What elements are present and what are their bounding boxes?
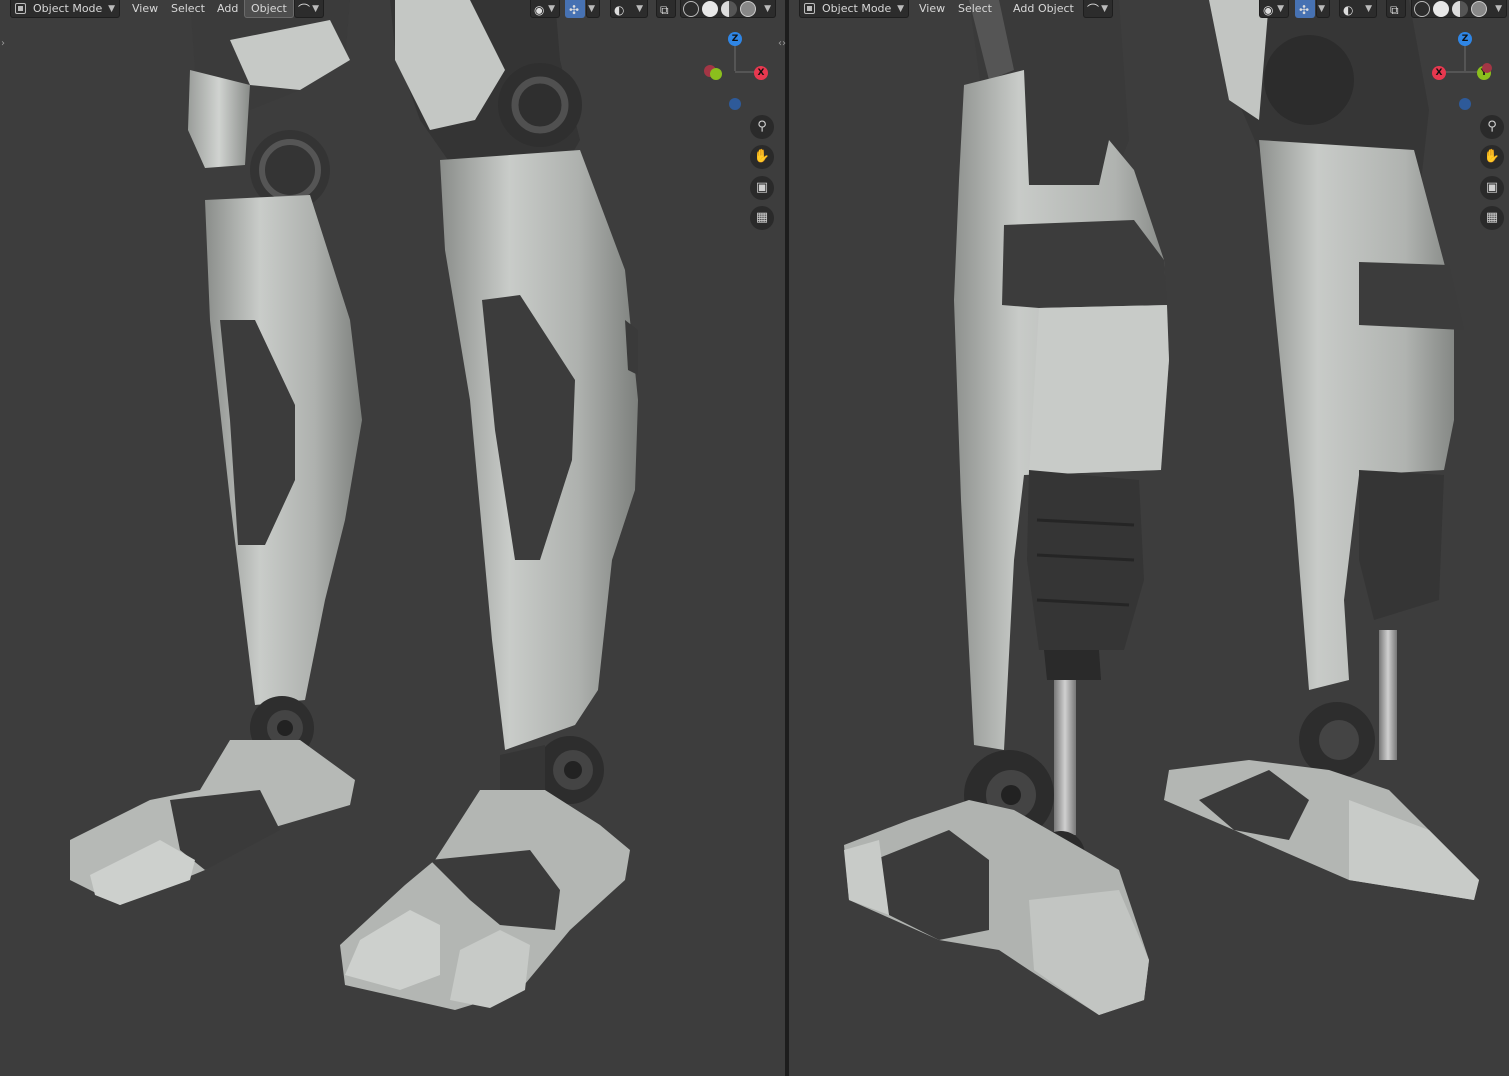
viewport-right[interactable]: Object Mode ▼ View Select Add Object ⌒ ▼ …	[789, 0, 1509, 1076]
chevron-down-icon: ▼	[1101, 4, 1108, 14]
gizmo-dropdown[interactable]: ▼	[1316, 0, 1330, 18]
z-axis-line	[1464, 45, 1466, 71]
menu-add[interactable]: Add	[211, 0, 244, 18]
menu-view[interactable]: View	[126, 0, 164, 18]
wireframe-shading-icon[interactable]	[1414, 1, 1430, 17]
object-mode-dropdown[interactable]: Object Mode ▼	[10, 0, 120, 18]
gizmo-toggle[interactable]: ✣	[1295, 0, 1315, 18]
shading-group: ▼	[1411, 0, 1507, 18]
menu-object[interactable]: Object	[244, 0, 294, 18]
robot-legs-side-view	[844, 0, 1479, 1015]
xray-toggle[interactable]: ⧉	[1386, 0, 1406, 18]
area-split-icon[interactable]: ‹›	[778, 38, 786, 49]
overlay-icon: ◐	[614, 3, 625, 17]
neg-z-axis-icon[interactable]	[1459, 98, 1471, 110]
object-mode-icon	[15, 3, 26, 14]
overlay-dropdown[interactable]: ◐ ▼	[610, 0, 648, 18]
eye-icon: ◉	[534, 3, 545, 17]
pan-hand-icon[interactable]: ✋	[750, 145, 774, 169]
object-mode-label: Object Mode	[822, 2, 892, 15]
x-axis-icon[interactable]: X	[1432, 66, 1446, 80]
xray-icon: ⧉	[660, 3, 669, 17]
zoom-icon[interactable]: ⚲	[1480, 115, 1504, 139]
zoom-icon[interactable]: ⚲	[750, 115, 774, 139]
chevron-down-icon: ▼	[636, 4, 643, 14]
chevron-down-icon: ▼	[1277, 4, 1284, 14]
viewport-left[interactable]: Object Mode ▼ View Select Add Object ⌒ ▼ …	[0, 0, 785, 1076]
object-mode-label: Object Mode	[33, 2, 103, 15]
object-mode-icon	[804, 3, 815, 14]
z-axis-line	[734, 45, 736, 71]
toolbar-expand-icon[interactable]: ›	[1, 38, 5, 49]
camera-icon[interactable]: ▣	[750, 176, 774, 200]
gizmo-dropdown[interactable]: ▼	[586, 0, 600, 18]
xray-toggle[interactable]: ⧉	[656, 0, 676, 18]
overlay-dropdown[interactable]: ◐ ▼	[1339, 0, 1377, 18]
material-shading-icon[interactable]	[721, 1, 737, 17]
menu-select[interactable]: Select	[952, 0, 998, 18]
camera-icon[interactable]: ▣	[1480, 176, 1504, 200]
menu-select[interactable]: Select	[165, 0, 211, 18]
visibility-dropdown[interactable]: ◉ ▼	[1259, 0, 1289, 18]
shading-group: ▼	[680, 0, 776, 18]
grid-perspective-icon[interactable]: ▦	[750, 206, 774, 230]
pan-hand-icon[interactable]: ✋	[1480, 145, 1504, 169]
eye-icon: ◉	[1263, 3, 1274, 17]
neg-x-axis-icon[interactable]	[1482, 63, 1492, 73]
gizmo-toggle[interactable]: ✣	[565, 0, 585, 18]
visibility-dropdown[interactable]: ◉ ▼	[530, 0, 560, 18]
neg-z-axis-icon[interactable]	[729, 98, 741, 110]
snap-dropdown[interactable]: ⌒ ▼	[1083, 0, 1113, 18]
chevron-down-icon: ▼	[548, 4, 555, 14]
curve-icon: ⌒	[1087, 3, 1100, 17]
robot-legs-front-view	[70, 0, 638, 1010]
overlay-icon: ◐	[1343, 3, 1354, 17]
y-axis-icon[interactable]	[710, 68, 722, 80]
gizmo-icon: ✣	[569, 3, 580, 17]
chevron-down-icon[interactable]: ▼	[764, 0, 771, 18]
chevron-down-icon: ▼	[1365, 4, 1372, 14]
grid-perspective-icon[interactable]: ▦	[1480, 206, 1504, 230]
x-axis-icon[interactable]: X	[754, 66, 768, 80]
rendered-shading-icon[interactable]	[740, 1, 756, 17]
z-axis-icon[interactable]: Z	[728, 32, 742, 46]
chevron-down-icon: ▼	[312, 4, 319, 14]
wireframe-shading-icon[interactable]	[683, 1, 699, 17]
solid-shading-icon[interactable]	[1433, 1, 1449, 17]
xray-icon: ⧉	[1390, 3, 1399, 17]
chevron-down-icon: ▼	[108, 4, 115, 14]
menu-object[interactable]: Object	[1032, 0, 1080, 18]
object-mode-dropdown[interactable]: Object Mode ▼	[799, 0, 909, 18]
material-shading-icon[interactable]	[1452, 1, 1468, 17]
menu-view[interactable]: View	[913, 0, 951, 18]
chevron-down-icon[interactable]: ▼	[1495, 0, 1502, 18]
viewport-header: Object Mode ▼ View Select Add Object ⌒ ▼ …	[789, 0, 1509, 18]
chevron-down-icon: ▼	[1318, 4, 1325, 14]
curve-icon: ⌒	[298, 3, 311, 17]
chevron-down-icon: ▼	[897, 4, 904, 14]
chevron-down-icon: ▼	[588, 4, 595, 14]
snap-dropdown[interactable]: ⌒ ▼	[294, 0, 324, 18]
z-axis-icon[interactable]: Z	[1458, 32, 1472, 46]
solid-shading-icon[interactable]	[702, 1, 718, 17]
viewport-header: Object Mode ▼ View Select Add Object ⌒ ▼ …	[0, 0, 785, 18]
gizmo-icon: ✣	[1299, 3, 1310, 17]
rendered-shading-icon[interactable]	[1471, 1, 1487, 17]
